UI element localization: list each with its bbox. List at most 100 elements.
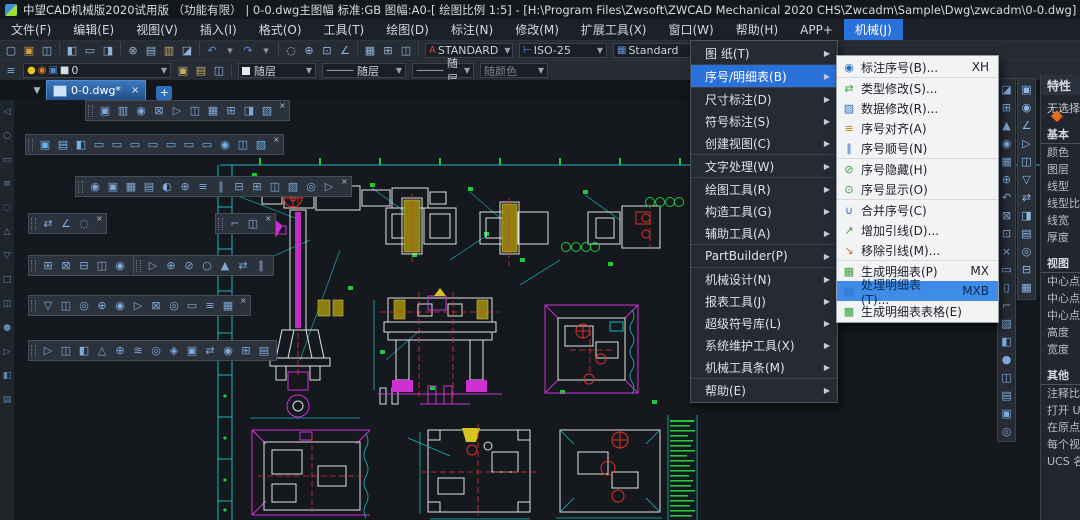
toolbar-icon[interactable]: ◫ (266, 178, 284, 195)
toolbar-icon[interactable]: ▽ (39, 297, 57, 314)
toolbar-icon[interactable]: ∠ (336, 42, 354, 59)
toolbar-grip[interactable] (31, 300, 36, 312)
style-combo[interactable]: ⊢ ISO-25 ▼ (519, 43, 607, 58)
toolbar-icon[interactable]: ◨ (1018, 207, 1036, 224)
toolbar-icon[interactable]: ▣ (998, 405, 1016, 422)
toolbar-icon[interactable]: ▾ (257, 42, 275, 59)
chevron-down-icon[interactable]: ▼ (155, 66, 167, 75)
close-icon[interactable]: × (273, 135, 280, 144)
property-row[interactable]: 打开 UCS (1041, 402, 1080, 419)
toolbar-icon[interactable]: ▭ (162, 136, 180, 153)
toolbar-icon[interactable]: ↶ (998, 189, 1016, 206)
submenu-item[interactable]: ↘ 移除引线(M)... (837, 240, 998, 261)
toolbar-icon[interactable]: ▣ (96, 102, 114, 119)
toolbar-icon[interactable]: ▣ (1018, 81, 1036, 98)
toolbar-icon[interactable]: ◎ (75, 297, 93, 314)
mechanical-menu-item[interactable]: 机械设计(N) ▶ (691, 268, 837, 290)
toolbar-icon[interactable]: ▨ (998, 315, 1016, 332)
toolbar-icon[interactable]: ⇄ (201, 342, 219, 359)
toolbar-icon[interactable]: ◪ (178, 42, 196, 59)
toolbar-icon[interactable]: ⊞ (39, 257, 57, 274)
toolbar-icon[interactable]: ◎ (998, 423, 1016, 440)
toolbar-icon[interactable]: ◫ (1018, 153, 1036, 170)
toolbar-icon[interactable]: ▤ (255, 342, 273, 359)
property-row[interactable]: 宽度 (1041, 341, 1080, 358)
toolbar-icon[interactable]: △ (93, 342, 111, 359)
toolbar-icon[interactable] (278, 42, 279, 55)
toolbar-icon[interactable]: × (998, 243, 1016, 260)
toolbar-icon[interactable]: ◉ (132, 102, 150, 119)
toolbar-grip[interactable] (28, 139, 33, 151)
toolbar-icon[interactable]: ⊠ (147, 297, 165, 314)
toolbar-icon[interactable]: ◫ (93, 257, 111, 274)
toolbar-icon[interactable]: ◧ (998, 333, 1016, 350)
menu-bar-item[interactable]: APP+ (789, 19, 844, 40)
toolbar-icon[interactable]: ⊕ (111, 342, 129, 359)
close-icon[interactable]: × (240, 296, 247, 305)
lineweight-combo[interactable]: ——— 随层 ▼ (412, 63, 474, 78)
toolbar-grip[interactable] (218, 218, 223, 230)
toolbar-grip[interactable] (31, 260, 36, 272)
menu-bar-item[interactable]: 绘图(D) (375, 19, 440, 40)
toolbar-icon[interactable]: ◫ (186, 102, 204, 119)
dock-tool-icon[interactable]: ▭ (1, 152, 13, 169)
close-icon[interactable]: × (279, 101, 286, 110)
toolbar-icon[interactable]: ▣ (36, 136, 54, 153)
mechanical-menu-item[interactable]: 系统维护工具(X) ▶ (691, 334, 837, 356)
property-row[interactable]: 在原点显示 (1041, 419, 1080, 436)
toolbar-icon[interactable]: ⊘ (180, 257, 198, 274)
dock-tool-icon[interactable]: □ (1, 272, 13, 289)
floating-toolbar-balloon[interactable]: ◉ ▣ ▦ ▤ ◐ ⊕ ≡ ∥ ⊟ ⊞ ◫ ▨ ◎ ▷ × (75, 176, 352, 197)
submenu-item[interactable]: ▨ 数据修改(R)... (837, 98, 998, 118)
toolbar-icon[interactable]: ⊕ (300, 42, 318, 59)
toolbar-icon[interactable]: ▨ (284, 178, 302, 195)
toolbar-icon[interactable]: ⊞ (379, 42, 397, 59)
layer-tool-icon[interactable]: ▣ (174, 62, 192, 79)
dock-tool-icon[interactable]: ● (1, 320, 13, 337)
toolbar-icon[interactable]: ▯ (998, 279, 1016, 296)
floating-toolbar-edit[interactable]: ▷ ⊕ ⊘ ○ ▲ ⇄ ∥ (133, 255, 274, 276)
mechanical-menu-item[interactable]: 图 纸(T) ▶ (691, 42, 837, 65)
toolbar-icon[interactable]: ◎ (165, 297, 183, 314)
property-row[interactable]: 基本 (1041, 126, 1080, 144)
toolbar-icon[interactable]: ◐ (158, 178, 176, 195)
toolbar-grip[interactable] (88, 105, 93, 117)
submenu-item[interactable]: ∥ 序号顺号(N) (837, 138, 998, 159)
toolbar-icon[interactable]: ▣ (20, 42, 38, 59)
submenu-item[interactable]: ↗ 增加引线(D)... (837, 220, 998, 240)
toolbar-icon[interactable]: ≋ (129, 342, 147, 359)
toolbar-icon[interactable]: ▭ (81, 42, 99, 59)
submenu-item[interactable]: ⇄ 类型修改(S)... (837, 78, 998, 98)
toolbar-icon[interactable]: ◉ (86, 178, 104, 195)
menu-bar-item[interactable]: 格式(O) (248, 19, 313, 40)
menu-bar-item[interactable]: 帮助(H) (725, 19, 789, 40)
toolbar-icon[interactable]: ▣ (183, 342, 201, 359)
mechanical-menu-item[interactable]: 序号/明细表(B) ▶ (691, 65, 837, 88)
layer-state-icon[interactable]: ● (27, 65, 36, 76)
mechanical-menu-item[interactable]: 创建视图(C) ▶ (691, 132, 837, 155)
close-icon[interactable]: × (96, 214, 103, 223)
toolbar-icon[interactable]: ◫ (244, 215, 262, 232)
toolbar-icon[interactable]: ▭ (180, 136, 198, 153)
property-row[interactable]: UCS 名称 (1041, 453, 1080, 470)
property-row[interactable]: 其他 (1041, 367, 1080, 385)
toolbar-icon[interactable]: ⊞ (248, 178, 266, 195)
mechanical-menu-item[interactable]: PartBuilder(P) ▶ (691, 245, 837, 268)
layer-tool-icon[interactable]: ◫ (210, 62, 228, 79)
toolbar-icon[interactable]: ◉ (998, 135, 1016, 152)
toolbar-icon[interactable]: ▭ (108, 136, 126, 153)
toolbar-icon[interactable]: ● (998, 351, 1016, 368)
close-icon[interactable]: × (341, 177, 348, 186)
toolbar-icon[interactable]: ⊕ (176, 178, 194, 195)
toolbar-icon[interactable]: ↶ (203, 42, 221, 59)
toolbar-icon[interactable]: ◧ (63, 42, 81, 59)
toolbar-icon[interactable]: ∥ (252, 257, 270, 274)
floating-toolbar-measure[interactable]: ⇄ ∠ ◌ × (28, 213, 107, 234)
submenu-item[interactable]: ▩ 生成明细表表格(E) (837, 301, 998, 321)
document-tab[interactable]: 0-0.dwg* × (46, 80, 146, 100)
toolbar-icon[interactable]: ▽ (1018, 171, 1036, 188)
dock-tool-icon[interactable]: ◌ (1, 200, 13, 217)
color-combo[interactable]: 随层 ▼ (238, 63, 316, 78)
dock-tool-icon[interactable]: ◧ (1, 368, 13, 385)
layer-combo[interactable]: ● ◉ ▣ ■ 0 ▼ (23, 63, 171, 78)
